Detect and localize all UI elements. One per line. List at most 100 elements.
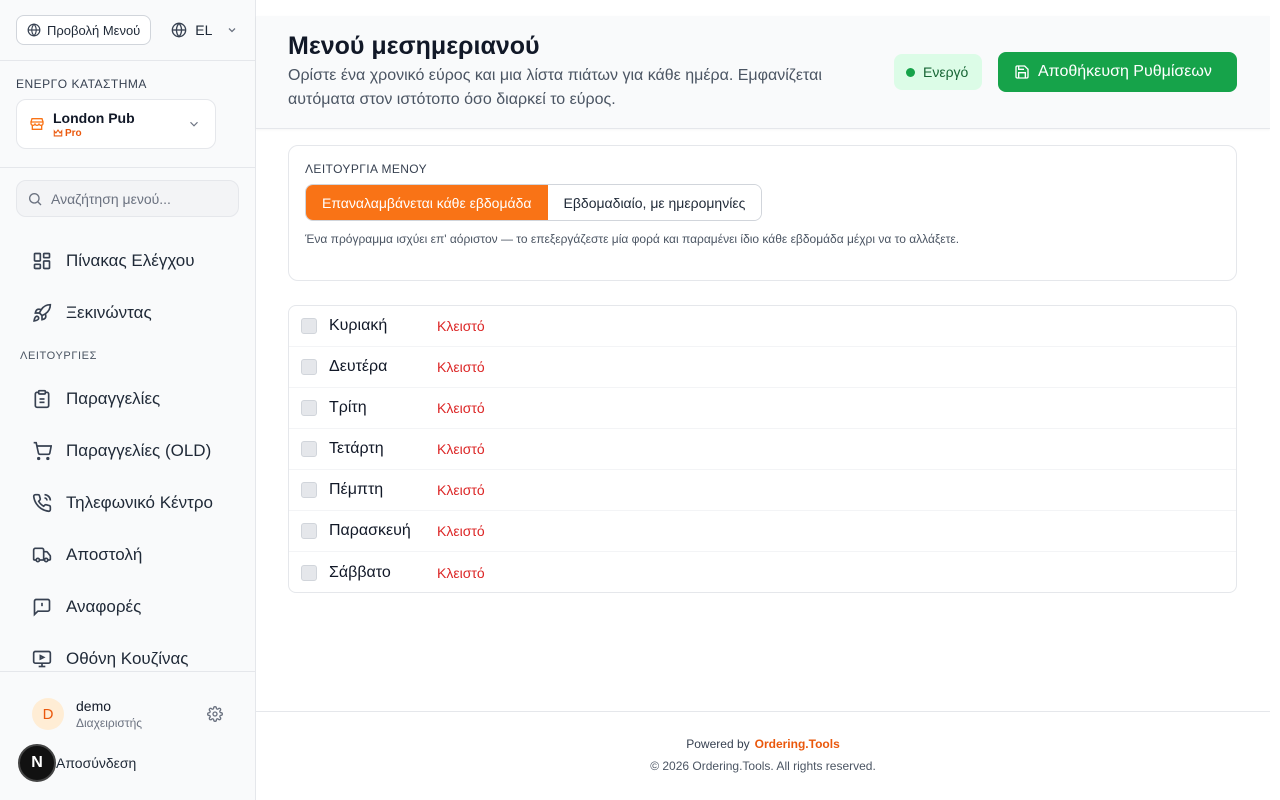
day-checkbox[interactable] — [301, 441, 317, 457]
scrollbar[interactable] — [1270, 0, 1280, 800]
page-description: Ορίστε ένα χρονικό εύρος και μια λίστα π… — [288, 67, 822, 108]
page-header: Μενού μεσημεριανού Ορίστε ένα χρονικό εύ… — [256, 16, 1270, 129]
sidebar-top-bar: Προβολή Μενού EL — [0, 0, 255, 61]
logout-button[interactable]: N Αποσύνδεση — [0, 730, 255, 796]
globe-icon — [171, 22, 187, 38]
store-icon — [29, 116, 45, 132]
sidebar-item-reports[interactable]: Αναφορές — [0, 581, 255, 633]
day-name: Τετάρτη — [329, 440, 384, 457]
sidebar-item-orders-old[interactable]: Παραγγελίες (OLD) — [0, 425, 255, 477]
day-row-thursday: Πέμπτη Κλειστό — [289, 470, 1236, 511]
store-plan-label: Pro — [65, 127, 82, 139]
day-name: Σάββατο — [329, 563, 391, 581]
language-selector[interactable]: EL — [165, 22, 238, 38]
status-dot-icon — [906, 67, 915, 77]
mode-option-weekly-dated[interactable]: Εβδομαδιαίο, με ημερομηνίες — [547, 185, 762, 220]
day-status: Κλειστό — [437, 318, 485, 334]
mode-option-weekly-repeat[interactable]: Επαναλαμβάνεται κάθε εβδομάδα — [306, 185, 548, 220]
cart-icon — [32, 441, 52, 461]
menu-mode-card: ΛΕΙΤΟΥΡΓΙΑ ΜΕΝΟΥ Επαναλαμβάνεται κάθε εβ… — [288, 145, 1237, 281]
powered-by-label: Powered by — [686, 737, 750, 751]
sidebar-item-label: Πίνακας Ελέγχου — [66, 251, 195, 270]
powered-by: Powered by Ordering.Tools — [256, 737, 1270, 751]
user-role: Διαχειριστής — [76, 716, 143, 730]
sidebar-user-area: D demo Διαχειριστής N Αποσύνδεση — [0, 671, 255, 800]
sidebar-item-call-center[interactable]: Τηλεφωνικό Κέντρο — [0, 477, 255, 529]
day-name: Παρασκευή — [329, 522, 411, 539]
day-name: Κυριακή — [329, 317, 388, 334]
day-row-monday: Δευτέρα Κλειστό — [289, 347, 1236, 388]
sidebar-item-label: Αναφορές — [66, 597, 142, 616]
user-name: demo — [76, 698, 112, 714]
report-icon — [32, 597, 52, 617]
active-store-label: ΕΝΕΡΓΟ ΚΑΤΑΣΤΗΜΑ — [16, 77, 147, 91]
status-badge: Ενεργό — [894, 54, 983, 90]
menu-mode-toggle: Επαναλαμβάνεται κάθε εβδομάδα Εβδομαδιαί… — [305, 184, 763, 221]
brand-link[interactable]: Ordering.Tools — [755, 737, 840, 751]
day-row-tuesday: Τρίτη Κλειστό — [289, 388, 1236, 429]
logout-label: Αποσύνδεση — [56, 755, 137, 771]
user-profile: D demo Διαχειριστής — [0, 672, 255, 730]
day-checkbox[interactable] — [301, 400, 317, 416]
main-content: Μενού μεσημεριανού Ορίστε ένα χρονικό εύ… — [256, 0, 1270, 800]
save-settings-button[interactable]: Αποθήκευση Ρυθμίσεων — [998, 52, 1237, 92]
day-checkbox[interactable] — [301, 564, 317, 581]
day-checkbox[interactable] — [301, 482, 317, 498]
page-title: Μενού μεσημεριανού — [288, 32, 540, 60]
day-name: Δευτέρα — [329, 358, 388, 375]
truck-icon — [32, 545, 52, 565]
sidebar-item-label: Ξεκινώντας — [66, 303, 152, 322]
sidebar: Προβολή Μενού EL ΕΝΕΡΓΟ ΚΑΤΑΣΤΗΜΑ London… — [0, 0, 256, 800]
save-icon — [1014, 64, 1030, 80]
phone-icon — [32, 493, 52, 513]
day-checkbox[interactable] — [301, 523, 317, 539]
store-name: London Pub — [53, 109, 135, 126]
day-status: Κλειστό — [437, 359, 485, 375]
menu-search — [16, 180, 239, 217]
menu-mode-label: ΛΕΙΤΟΥΡΓΙΑ ΜΕΝΟΥ — [305, 162, 428, 176]
active-store-section: ΕΝΕΡΓΟ ΚΑΤΑΣΤΗΜΑ London Pub Pro — [0, 61, 255, 168]
sidebar-item-label: Τηλεφωνικό Κέντρο — [66, 493, 213, 512]
sidebar-item-orders[interactable]: Παραγγελίες — [0, 373, 255, 425]
day-status: Κλειστό — [437, 400, 485, 416]
store-selector[interactable]: London Pub Pro — [16, 99, 216, 149]
chevron-down-icon — [226, 24, 238, 36]
sidebar-nav: Πίνακας Ελέγχου Ξεκινώντας ΛΕΙΤΟΥΡΓΙΕΣ Π… — [0, 235, 255, 685]
menu-view-button[interactable]: Προβολή Μενού — [16, 15, 152, 45]
day-checkbox[interactable] — [301, 359, 317, 375]
day-status: Κλειστό — [437, 523, 485, 539]
n-badge-icon[interactable]: N — [18, 744, 56, 782]
day-status: Κλειστό — [437, 482, 485, 498]
rocket-icon — [32, 303, 52, 323]
avatar: D — [32, 698, 64, 730]
search-input[interactable] — [51, 190, 221, 207]
sidebar-item-dashboard[interactable]: Πίνακας Ελέγχου — [0, 235, 255, 287]
sidebar-item-label: Αποστολή — [66, 545, 143, 564]
day-row-friday: Παρασκευή Κλειστό — [289, 511, 1236, 552]
save-settings-label: Αποθήκευση Ρυθμίσεων — [1038, 63, 1212, 80]
sidebar-item-getting-started[interactable]: Ξεκινώντας — [0, 287, 255, 339]
language-code: EL — [195, 22, 213, 38]
page-footer: Powered by Ordering.Tools © 2026 Ordering… — [256, 711, 1270, 800]
days-list: Κυριακή Κλειστό Δευτέρα Κλειστό Τρίτη Κλ… — [288, 305, 1237, 593]
day-name: Πέμπτη — [329, 481, 384, 498]
monitor-icon — [32, 649, 52, 669]
day-row-wednesday: Τετάρτη Κλειστό — [289, 429, 1236, 470]
day-checkbox[interactable] — [301, 318, 317, 334]
store-plan-badge: Pro — [53, 128, 179, 139]
chevron-down-icon — [187, 117, 201, 131]
clipboard-icon — [32, 389, 52, 409]
status-label: Ενεργό — [923, 64, 969, 80]
menu-view-label: Προβολή Μενού — [47, 22, 141, 38]
globe-icon — [27, 23, 41, 37]
sidebar-item-label: Παραγγελίες — [66, 389, 161, 408]
copyright: © 2026 Ordering.Tools. All rights reserv… — [650, 759, 876, 773]
sidebar-item-label: Οθόνη Κουζίνας — [66, 649, 189, 668]
dashboard-icon — [32, 251, 52, 271]
sidebar-item-delivery[interactable]: Αποστολή — [0, 529, 255, 581]
sidebar-item-label: Παραγγελίες (OLD) — [66, 441, 212, 460]
day-row-sunday: Κυριακή Κλειστό — [289, 306, 1236, 347]
menu-mode-help: Ένα πρόγραμμα ισχύει επ' αόριστον — το ε… — [305, 232, 960, 246]
crown-icon — [53, 128, 63, 138]
gear-icon[interactable] — [207, 706, 223, 722]
